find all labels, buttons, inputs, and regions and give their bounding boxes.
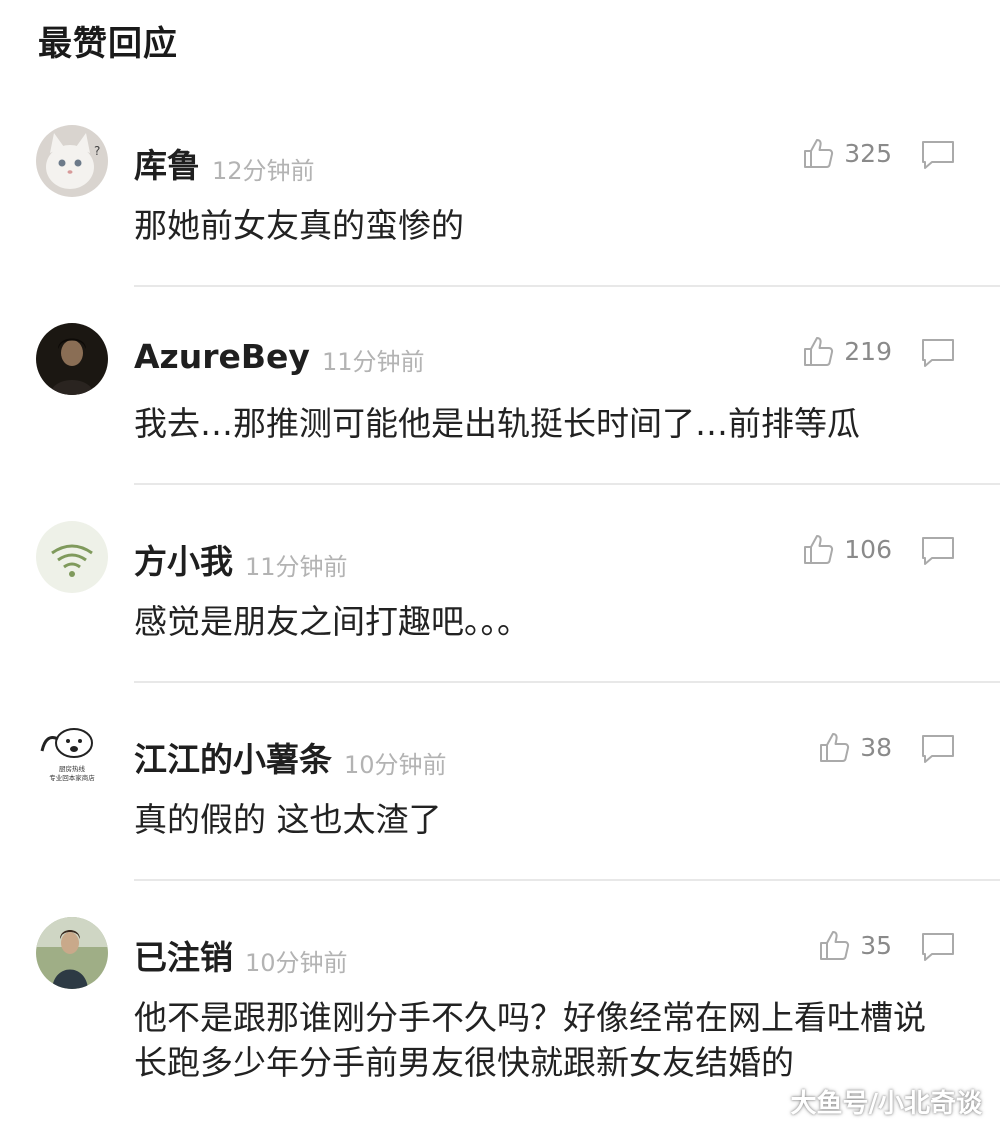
username[interactable]: AzureBey 11分钟前 (134, 337, 425, 376)
user-avatar[interactable]: ? (36, 125, 108, 197)
like-button[interactable]: 325 (800, 135, 892, 171)
comment-text: 感觉是朋友之间打趣吧。。。 (134, 602, 530, 641)
comment-time: 12分钟前 (212, 157, 315, 185)
like-count: 219 (844, 336, 892, 366)
reply-icon[interactable] (920, 733, 956, 765)
like-count: 325 (844, 138, 892, 168)
username[interactable]: 库鲁 12分钟前 (134, 139, 315, 187)
reply-icon[interactable] (920, 535, 956, 567)
thumbs-up-icon (804, 535, 834, 564)
reply-icon[interactable] (920, 139, 956, 171)
divider (134, 879, 1000, 881)
comment-text: 真的假的 这也太渣了 (134, 800, 442, 839)
comment-item: 方小我 11分钟前 106 感觉是朋友之间打趣吧。。。 (0, 521, 1000, 719)
username[interactable]: 江江的小薯条 10分钟前 (134, 733, 447, 781)
like-button[interactable]: 219 (800, 333, 892, 369)
divider (134, 681, 1000, 683)
divider (134, 483, 1000, 485)
like-count: 35 (860, 930, 892, 960)
comment-time: 11分钟前 (321, 348, 425, 376)
thumbs-up-icon (804, 139, 834, 168)
like-button[interactable]: 35 (816, 927, 892, 963)
white-cat-avatar-icon: ? (36, 125, 108, 197)
thumbs-up-icon (820, 931, 850, 960)
like-button[interactable]: 106 (800, 531, 892, 567)
like-button[interactable]: 38 (816, 729, 892, 765)
user-avatar[interactable] (36, 521, 108, 593)
reply-icon[interactable] (920, 931, 956, 963)
comment-text: 他不是跟那谁刚分手不久吗？好像经常在网上看吐槽说长跑多少年分手前男友很快就跟新女… (134, 998, 926, 1082)
svg-text:?: ? (94, 144, 100, 158)
reply-icon[interactable] (920, 337, 956, 369)
like-count: 106 (844, 534, 892, 564)
comment-time: 10分钟前 (344, 751, 447, 779)
user-avatar[interactable]: 厨房热线 专业回本家商店 (36, 719, 108, 791)
user-avatar[interactable] (36, 917, 108, 989)
wifi-avatar-icon (36, 521, 108, 593)
comment-item: AzureBey 11分钟前 219 我去…那推测可能他是出轨挺长时间了…前排等瓜 (0, 323, 1000, 521)
thumbs-up-icon (820, 733, 850, 762)
outdoor-person-avatar-icon (36, 917, 108, 989)
user-avatar[interactable] (36, 323, 108, 395)
watermark: 大鱼号/小北奇谈 (790, 1089, 983, 1119)
comment-time: 11分钟前 (245, 553, 348, 581)
comment-text: 我去…那推测可能他是出轨挺长时间了…前排等瓜 (134, 404, 860, 443)
comment-item: 厨房热线 专业回本家商店 江江的小薯条 10分钟前 38 真的假的 这也太渣了 (0, 719, 1000, 917)
like-count: 38 (860, 732, 892, 762)
dark-portrait-avatar-icon (36, 323, 108, 395)
divider (134, 285, 1000, 287)
username[interactable]: 已注销 10分钟前 (134, 931, 348, 979)
section-title: 最赞回应 (38, 24, 178, 64)
svg-text:厨房热线: 厨房热线 (59, 764, 86, 773)
cartoon-sticker-avatar-icon: 厨房热线 专业回本家商店 (36, 719, 108, 791)
comment-text: 那她前女友真的蛮惨的 (134, 206, 464, 245)
comment-item: ? 库鲁 12分钟前 325 那她前女友真的蛮惨的 (0, 125, 1000, 323)
thumbs-up-icon (804, 337, 834, 366)
username[interactable]: 方小我 11分钟前 (134, 535, 348, 583)
comment-time: 10分钟前 (245, 949, 348, 977)
svg-text:专业回本家商店: 专业回本家商店 (49, 773, 95, 782)
